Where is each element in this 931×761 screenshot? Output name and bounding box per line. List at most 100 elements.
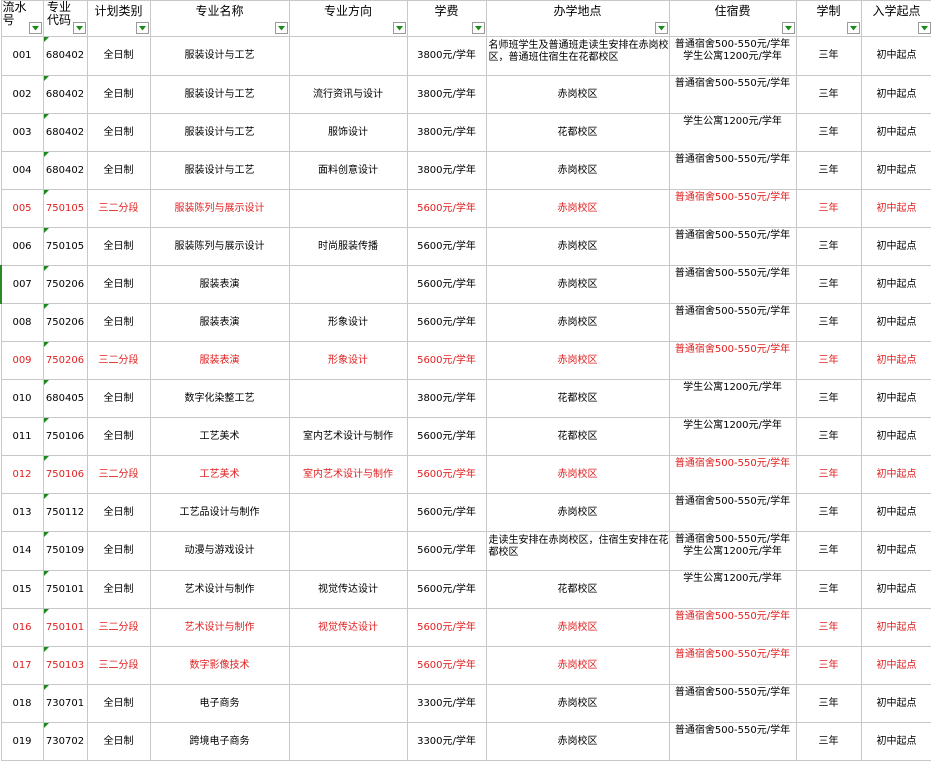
cell-direction[interactable]: 视觉传达设计 [289,609,407,647]
cell-no[interactable]: 008 [1,304,43,342]
cell-type[interactable]: 全日制 [87,228,150,266]
cell-fee[interactable]: 3800元/学年 [407,380,486,418]
cell-entry[interactable]: 初中起点 [861,228,931,266]
column-header-type[interactable]: 计划类别 [87,1,150,37]
cell-entry[interactable]: 初中起点 [861,494,931,532]
cell-no[interactable]: 007 [1,266,43,304]
cell-entry[interactable]: 初中起点 [861,342,931,380]
cell-duration[interactable]: 三年 [796,304,861,342]
cell-location[interactable]: 走读生安排在赤岗校区，住宿生安排在花都校区 [486,532,669,571]
filter-dropdown-icon[interactable] [472,22,485,34]
column-header-no[interactable]: 流水号 [1,1,43,37]
cell-fee[interactable]: 5600元/学年 [407,647,486,685]
cell-no[interactable]: 014 [1,532,43,571]
cell-type[interactable]: 全日制 [87,532,150,571]
cell-direction[interactable] [289,190,407,228]
cell-direction[interactable] [289,723,407,761]
cell-duration[interactable]: 三年 [796,723,861,761]
cell-code[interactable]: 750103 [43,647,87,685]
cell-location[interactable]: 赤岗校区 [486,456,669,494]
cell-direction[interactable] [289,532,407,571]
cell-major[interactable]: 动漫与游戏设计 [150,532,289,571]
column-header-direction[interactable]: 专业方向 [289,1,407,37]
cell-type[interactable]: 全日制 [87,266,150,304]
cell-duration[interactable]: 三年 [796,152,861,190]
cell-duration[interactable]: 三年 [796,532,861,571]
cell-no[interactable]: 010 [1,380,43,418]
cell-no[interactable]: 001 [1,37,43,76]
column-header-code[interactable]: 专业代码 [43,1,87,37]
column-header-dorm[interactable]: 住宿费 [669,1,796,37]
cell-code[interactable]: 750206 [43,304,87,342]
cell-major[interactable]: 服装表演 [150,304,289,342]
cell-fee[interactable]: 5600元/学年 [407,342,486,380]
cell-no[interactable]: 002 [1,76,43,114]
filter-dropdown-icon[interactable] [275,22,288,34]
cell-direction[interactable]: 室内艺术设计与制作 [289,418,407,456]
cell-direction[interactable] [289,37,407,76]
cell-dorm[interactable]: 普通宿舍500-550元/学年 [669,304,796,342]
cell-location[interactable]: 花都校区 [486,571,669,609]
cell-fee[interactable]: 3800元/学年 [407,37,486,76]
cell-major[interactable]: 艺术设计与制作 [150,571,289,609]
cell-fee[interactable]: 3800元/学年 [407,76,486,114]
cell-entry[interactable]: 初中起点 [861,685,931,723]
cell-type[interactable]: 三二分段 [87,609,150,647]
cell-duration[interactable]: 三年 [796,647,861,685]
cell-no[interactable]: 009 [1,342,43,380]
cell-direction[interactable] [289,494,407,532]
cell-no[interactable]: 013 [1,494,43,532]
cell-no[interactable]: 005 [1,190,43,228]
cell-type[interactable]: 三二分段 [87,342,150,380]
cell-fee[interactable]: 5600元/学年 [407,609,486,647]
cell-fee[interactable]: 3800元/学年 [407,152,486,190]
filter-dropdown-icon[interactable] [73,22,86,34]
cell-code[interactable]: 750105 [43,190,87,228]
cell-dorm[interactable]: 普通宿舍500-550元/学年 [669,152,796,190]
cell-entry[interactable]: 初中起点 [861,304,931,342]
cell-dorm[interactable]: 普通宿舍500-550元/学年 学生公寓1200元/学年 [669,532,796,571]
filter-dropdown-icon[interactable] [136,22,149,34]
cell-type[interactable]: 全日制 [87,685,150,723]
cell-fee[interactable]: 5600元/学年 [407,571,486,609]
column-header-major[interactable]: 专业名称 [150,1,289,37]
cell-duration[interactable]: 三年 [796,609,861,647]
cell-location[interactable]: 赤岗校区 [486,647,669,685]
cell-fee[interactable]: 3300元/学年 [407,685,486,723]
cell-duration[interactable]: 三年 [796,266,861,304]
column-header-duration[interactable]: 学制 [796,1,861,37]
cell-entry[interactable]: 初中起点 [861,380,931,418]
cell-code[interactable]: 750101 [43,609,87,647]
filter-dropdown-icon[interactable] [29,22,42,34]
cell-fee[interactable]: 3800元/学年 [407,114,486,152]
cell-direction[interactable] [289,647,407,685]
cell-code[interactable]: 750109 [43,532,87,571]
cell-location[interactable]: 赤岗校区 [486,685,669,723]
cell-duration[interactable]: 三年 [796,456,861,494]
cell-entry[interactable]: 初中起点 [861,37,931,76]
cell-no[interactable]: 018 [1,685,43,723]
cell-major[interactable]: 工艺品设计与制作 [150,494,289,532]
cell-code[interactable]: 750101 [43,571,87,609]
cell-major[interactable]: 工艺美术 [150,456,289,494]
cell-direction[interactable]: 时尚服装传播 [289,228,407,266]
cell-fee[interactable]: 3300元/学年 [407,723,486,761]
cell-duration[interactable]: 三年 [796,380,861,418]
column-header-fee[interactable]: 学费 [407,1,486,37]
cell-type[interactable]: 全日制 [87,114,150,152]
cell-direction[interactable]: 服饰设计 [289,114,407,152]
cell-duration[interactable]: 三年 [796,114,861,152]
cell-duration[interactable]: 三年 [796,76,861,114]
cell-type[interactable]: 三二分段 [87,647,150,685]
cell-location[interactable]: 花都校区 [486,418,669,456]
cell-type[interactable]: 三二分段 [87,190,150,228]
cell-entry[interactable]: 初中起点 [861,266,931,304]
cell-dorm[interactable]: 普通宿舍500-550元/学年 [669,494,796,532]
cell-location[interactable]: 名师班学生及普通班走读生安排在赤岗校区，普通班住宿生在花都校区 [486,37,669,76]
cell-code[interactable]: 750106 [43,456,87,494]
cell-major[interactable]: 服装表演 [150,266,289,304]
cell-entry[interactable]: 初中起点 [861,532,931,571]
cell-major[interactable]: 艺术设计与制作 [150,609,289,647]
cell-type[interactable]: 全日制 [87,37,150,76]
cell-code[interactable]: 750206 [43,266,87,304]
